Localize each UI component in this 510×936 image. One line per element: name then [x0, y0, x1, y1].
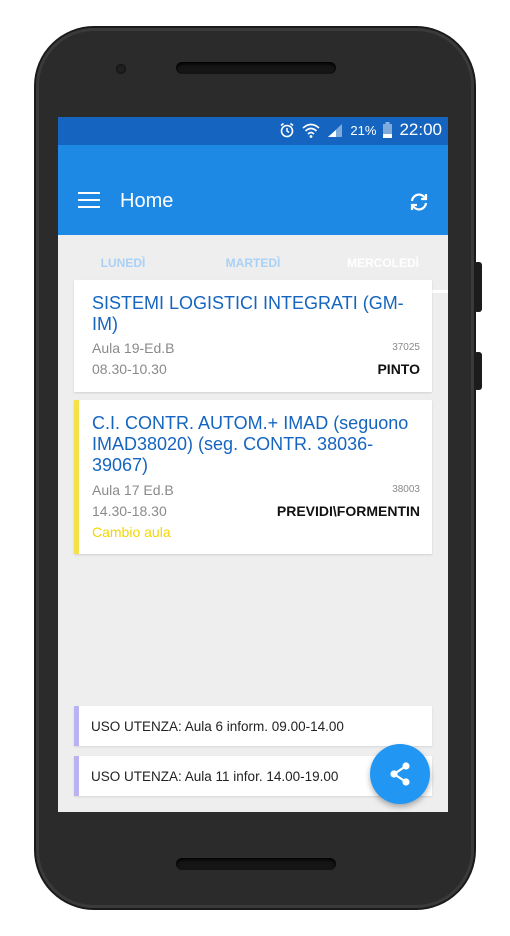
volume-button [474, 262, 482, 312]
change-indicator [74, 400, 79, 554]
lesson-room: Aula 19-Ed.B [92, 340, 175, 356]
lesson-card[interactable]: C.I. CONTR. AUTOM.+ IMAD (seguono IMAD38… [74, 400, 432, 554]
lesson-code: 37025 [392, 342, 420, 353]
app-bar: Home LUNEDÌ MARTEDÌ MERCOLEDÌ [58, 145, 448, 293]
signal-icon [328, 123, 343, 137]
room-change-note: Cambio aula [92, 524, 171, 540]
uso-text: USO UTENZA: Aula 11 infor. 14.00-19.00 [91, 769, 339, 784]
lesson-code: 38003 [392, 484, 420, 495]
top-speaker [176, 62, 336, 74]
lesson-subject: C.I. CONTR. AUTOM.+ IMAD (seguono IMAD38… [92, 413, 409, 475]
clock: 22:00 [399, 120, 442, 139]
uso-text: USO UTENZA: Aula 6 inform. 09.00-14.00 [91, 719, 344, 734]
app-screen: 21% 22:00 Home LUNEDÌ MARTEDÌ MERCOLEDÌ … [58, 117, 448, 812]
alarm-icon [280, 122, 294, 138]
menu-icon[interactable] [78, 192, 100, 210]
lesson-professor: PINTO [377, 361, 420, 377]
battery-percent: 21% [350, 122, 377, 138]
uso-indicator [74, 706, 79, 746]
lesson-time: 08.30-10.30 [92, 361, 167, 377]
schedule-list: SISTEMI LOGISTICI INTEGRATI (GM-IM) Aula… [58, 265, 448, 812]
battery-icon [383, 122, 393, 138]
lesson-card[interactable]: SISTEMI LOGISTICI INTEGRATI (GM-IM) Aula… [74, 280, 432, 392]
power-button [474, 352, 482, 390]
front-camera [116, 64, 126, 74]
bottom-speaker [176, 858, 336, 870]
lesson-subject: SISTEMI LOGISTICI INTEGRATI (GM-IM) [92, 293, 404, 334]
wifi-icon [302, 123, 320, 138]
status-bar: 21% 22:00 [58, 117, 448, 145]
refresh-icon[interactable] [408, 191, 430, 213]
share-button[interactable] [370, 744, 430, 804]
lesson-professor: PREVIDI\FORMENTIN [276, 503, 420, 519]
share-icon [390, 762, 410, 786]
lesson-room: Aula 17 Ed.B [92, 482, 174, 498]
page-title: Home [120, 190, 174, 212]
uso-utenza-item[interactable]: USO UTENZA: Aula 6 inform. 09.00-14.00 [74, 706, 432, 746]
lesson-time: 14.30-18.30 [92, 503, 167, 519]
uso-indicator [74, 756, 79, 796]
